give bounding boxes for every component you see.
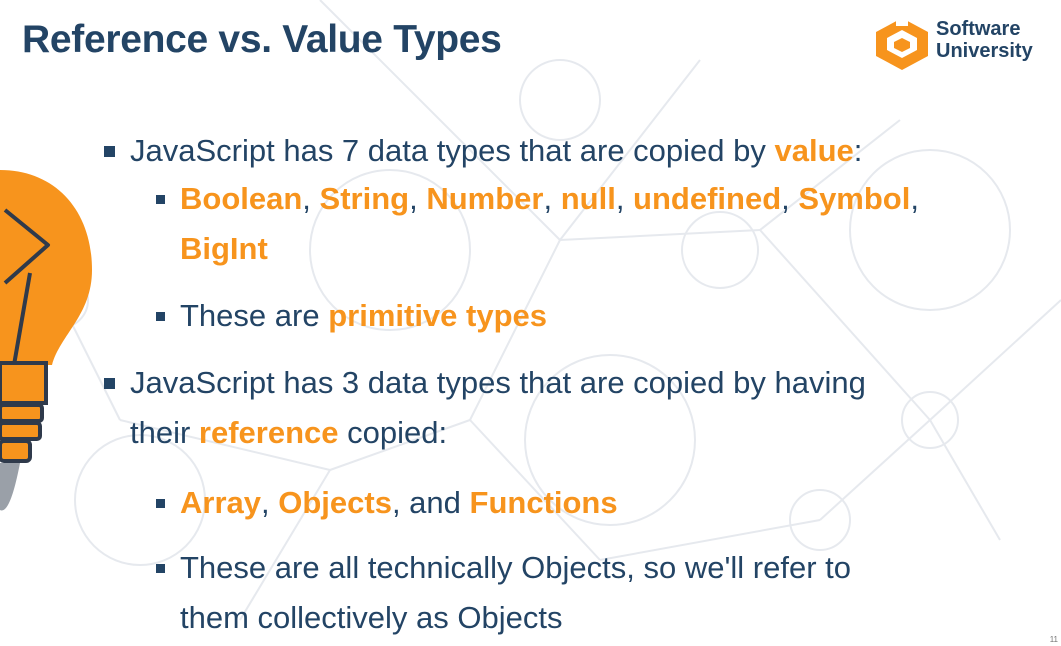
keyword-primitive-types: primitive types xyxy=(328,298,548,333)
bullet-marker xyxy=(104,146,115,157)
bullet-objects-note: These are all technically Objects, so we… xyxy=(156,543,1050,643)
type-objects: Objects xyxy=(278,485,392,520)
bullet-marker xyxy=(104,378,115,389)
type-number: Number xyxy=(426,181,544,216)
type-symbol: Symbol xyxy=(798,181,911,216)
type-undefined: undefined xyxy=(633,181,782,216)
bullet-marker xyxy=(156,499,165,508)
bullet-reference-list: Array, Objects, and Functions xyxy=(156,478,1050,528)
keyword-value: value xyxy=(774,133,854,168)
bullet-reference-types: JavaScript has 3 data types that are cop… xyxy=(104,358,1055,458)
bullet-marker xyxy=(156,312,165,321)
type-bigint: BigInt xyxy=(180,231,268,266)
type-boolean: Boolean xyxy=(180,181,303,216)
slide-content: JavaScript has 7 data types that are cop… xyxy=(0,0,1061,646)
type-string: String xyxy=(319,181,410,216)
keyword-reference: reference xyxy=(198,415,339,450)
bullet-marker xyxy=(156,564,165,573)
bullet-primitive-list: Boolean, String, Number, null, undefined… xyxy=(156,174,1050,274)
bullet-marker xyxy=(156,195,165,204)
type-array: Array xyxy=(180,485,261,520)
type-functions: Functions xyxy=(469,485,618,520)
type-null: null xyxy=(560,181,616,216)
bullet-value-types: JavaScript has 7 data types that are cop… xyxy=(104,126,1055,176)
bullet-primitive-types: These are primitive types xyxy=(156,291,1050,341)
